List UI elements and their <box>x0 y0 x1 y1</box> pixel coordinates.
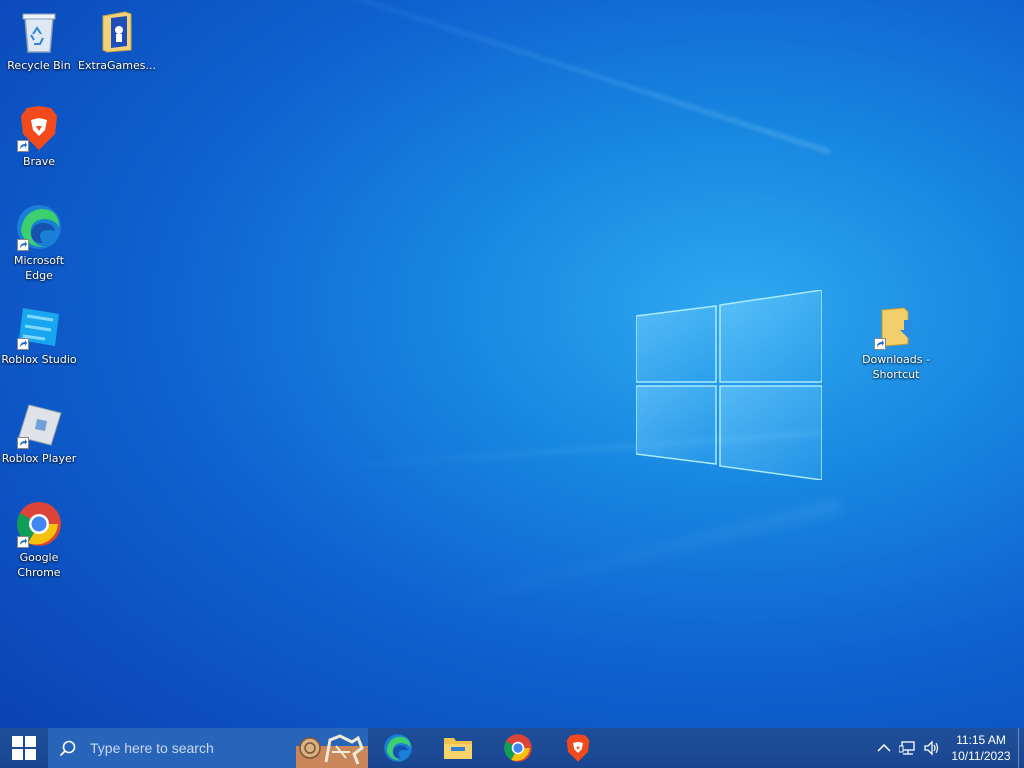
shortcut-arrow-icon <box>17 437 29 449</box>
edge-icon <box>384 734 412 762</box>
desktop-icon-downloads-shortcut[interactable]: Downloads - Shortcut <box>857 302 935 382</box>
desktop-icon-label: Downloads - Shortcut <box>862 353 930 381</box>
folder-icon <box>93 8 141 56</box>
shortcut-arrow-icon <box>17 338 29 350</box>
show-desktop-button[interactable] <box>1018 728 1024 768</box>
desktop-icon-edge[interactable]: Microsoft Edge <box>0 203 78 283</box>
clock-date: 10/11/2023 <box>951 749 1011 763</box>
desktop-icon-label: Recycle Bin <box>7 59 71 72</box>
brave-icon <box>566 734 590 762</box>
chevron-up-icon[interactable] <box>872 728 896 768</box>
chrome-icon <box>15 500 63 548</box>
wallpaper-light-beam <box>392 500 842 622</box>
desktop-icon-label: Roblox Studio <box>1 353 77 366</box>
shortcut-arrow-icon <box>17 239 29 251</box>
windows-wallpaper-logo <box>636 290 822 480</box>
shortcut-arrow-icon <box>17 140 29 152</box>
desktop-icon-brave[interactable]: Brave <box>0 104 78 169</box>
desktop-icon-label: Brave <box>22 155 56 168</box>
brave-icon <box>15 104 63 152</box>
search-placeholder: Type here to search <box>90 740 214 756</box>
search-highlight-icon <box>296 734 368 768</box>
desktop-icon-roblox-player[interactable]: Roblox Player <box>0 401 78 466</box>
volume-icon[interactable] <box>920 728 944 768</box>
desktop-icon-chrome[interactable]: Google Chrome <box>0 500 78 580</box>
edge-icon <box>15 203 63 251</box>
chrome-icon <box>504 734 532 762</box>
downloads-folder-icon <box>872 302 920 350</box>
wallpaper-light-beam <box>301 430 821 473</box>
desktop-icon-recycle-bin[interactable]: Recycle Bin <box>0 8 78 73</box>
desktop-icon-label: Microsoft Edge <box>13 254 65 282</box>
windows-logo-icon <box>12 736 36 760</box>
desktop-icon-label: ExtraGames... <box>78 59 157 72</box>
taskbar: Type here to search <box>0 728 1024 768</box>
search-icon <box>48 728 88 768</box>
clock-time: 11:15 AM <box>956 733 1006 747</box>
taskbar-clock[interactable]: 11:15 AM 10/11/2023 <box>950 732 1012 764</box>
desktop-icon-label: Google Chrome <box>17 551 61 579</box>
taskbar-app-chrome[interactable] <box>488 728 548 768</box>
shortcut-arrow-icon <box>17 536 29 548</box>
wallpaper-light-beam <box>182 0 831 154</box>
system-tray: 11:15 AM 10/11/2023 <box>872 728 1012 768</box>
taskbar-app-brave[interactable] <box>548 728 608 768</box>
desktop-icon-roblox-studio[interactable]: Roblox Studio <box>0 302 78 367</box>
recycle-bin-icon <box>15 8 63 56</box>
desktop-icon-label: Roblox Player <box>1 452 77 465</box>
roblox-studio-icon <box>15 302 63 350</box>
taskbar-app-file-explorer[interactable] <box>428 728 488 768</box>
start-button[interactable] <box>0 728 48 768</box>
network-icon[interactable] <box>896 728 920 768</box>
desktop-icon-extragames[interactable]: ExtraGames... <box>78 8 156 73</box>
roblox-player-icon <box>15 401 63 449</box>
shortcut-arrow-icon <box>874 338 886 350</box>
file-explorer-icon <box>444 738 472 759</box>
taskbar-search-box[interactable]: Type here to search <box>48 728 368 768</box>
taskbar-app-edge[interactable] <box>368 728 428 768</box>
